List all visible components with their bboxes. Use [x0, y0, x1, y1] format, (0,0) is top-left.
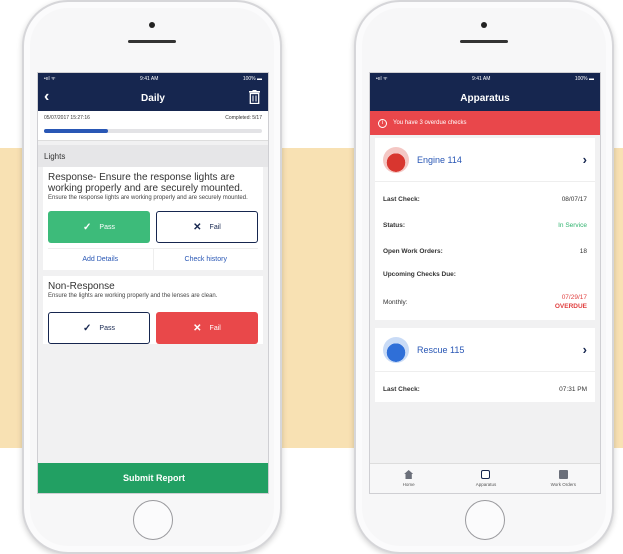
check-icon: ✓ — [83, 322, 92, 334]
monthly-due-date: 07/29/17 — [561, 294, 587, 301]
apparatus-card-rescue: Rescue 115 › Last Check: 07:31 PM — [375, 328, 595, 402]
item-description: Ensure the lights are working properly a… — [48, 293, 218, 299]
fail-button[interactable]: ✕ Fail — [156, 312, 258, 344]
fail-label: Fail — [209, 223, 221, 231]
section-header-lights: Lights — [38, 145, 268, 167]
chevron-right-icon: › — [582, 152, 587, 167]
progress-bar-fill — [44, 129, 109, 133]
chevron-right-icon: › — [582, 342, 587, 357]
signal-indicator: •ııl ᯤ — [44, 76, 56, 82]
front-camera — [481, 22, 487, 28]
apparatus-header[interactable]: Rescue 115 › — [375, 328, 595, 372]
monthly-row: Monthly: 07/29/17 OVERDUE — [383, 294, 587, 310]
check-history-link[interactable]: Check history — [152, 249, 259, 270]
status-badge: In Service — [558, 221, 587, 229]
status-time: 9:41 AM — [472, 76, 491, 82]
apparatus-screen: •ııl ᯤ 9:41 AM 100% ▬ Apparatus i You ha… — [369, 72, 601, 494]
completed-count: Completed: 5/17 — [225, 115, 262, 121]
fail-label: Fail — [209, 324, 221, 332]
x-icon: ✕ — [193, 221, 202, 233]
earpiece — [460, 40, 508, 43]
item-title: Non-Response — [48, 281, 115, 292]
phone-apparatus: •ııl ᯤ 9:41 AM 100% ▬ Apparatus i You ha… — [354, 0, 614, 554]
add-details-link[interactable]: Add Details — [48, 249, 153, 270]
nav-bar: ‹ Daily — [38, 85, 268, 111]
nav-title: Daily — [141, 92, 165, 104]
checklist-item-non-response: Non-Response Ensure the lights are worki… — [43, 276, 263, 344]
nav-bar: Apparatus — [370, 85, 600, 111]
submit-report-button[interactable]: Submit Report — [38, 463, 268, 493]
report-timestamp: 05/07/2017 15:27:16 — [44, 115, 90, 121]
apparatus-header[interactable]: Engine 114 › — [375, 138, 595, 182]
x-icon: ✕ — [193, 322, 202, 334]
earpiece — [128, 40, 176, 43]
item-title: Response- Ensure the response lights are… — [48, 172, 243, 194]
battery-indicator: 100% ▬ — [574, 76, 594, 82]
battery-indicator: 100% ▬ — [242, 76, 262, 82]
tab-work-orders[interactable]: Work Orders — [525, 464, 600, 493]
apparatus-name: Rescue 115 — [417, 344, 465, 355]
status-bar: •ııl ᯤ 9:41 AM 100% ▬ — [370, 73, 600, 85]
chevron-left-icon[interactable]: ‹ — [44, 88, 49, 106]
daily-screen: •ııl ᯤ 9:41 AM 100% ▬ ‹ Daily 05/07/2017… — [37, 72, 269, 494]
home-button[interactable] — [465, 500, 505, 540]
work-orders-row: Open Work Orders: 18 — [383, 247, 587, 255]
status-row: Status: In Service — [383, 221, 587, 229]
apparatus-card-engine: Engine 114 › Last Check: 08/07/17 Status… — [375, 138, 595, 320]
tab-home[interactable]: Home — [370, 464, 447, 493]
tab-apparatus[interactable]: Apparatus — [447, 464, 524, 493]
upcoming-checks-row: Upcoming Checks Due: — [383, 270, 456, 278]
rescue-truck-icon — [383, 336, 409, 363]
fire-engine-icon — [383, 146, 409, 173]
checklist-item-response: Response- Ensure the response lights are… — [43, 167, 263, 270]
status-time: 9:41 AM — [140, 76, 159, 82]
trash-icon[interactable] — [249, 90, 260, 104]
tab-bar: Home Apparatus Work Orders — [370, 463, 600, 493]
home-button[interactable] — [133, 500, 173, 540]
signal-indicator: •ııl ᯤ — [376, 76, 388, 82]
phone-daily: •ııl ᯤ 9:41 AM 100% ▬ ‹ Daily 05/07/2017… — [22, 0, 282, 554]
item-description: Ensure the response lights are working p… — [48, 195, 248, 201]
bus-icon — [481, 470, 491, 479]
clipboard-icon — [558, 470, 568, 479]
overdue-badge: OVERDUE — [554, 303, 587, 310]
nav-title: Apparatus — [460, 92, 510, 104]
pass-label: Pass — [99, 223, 115, 231]
fail-button[interactable]: ✕ Fail — [156, 211, 258, 243]
last-check-row: Last Check: 08/07/17 — [383, 195, 587, 203]
info-icon: i — [378, 118, 387, 128]
apparatus-name: Engine 114 — [417, 154, 462, 165]
status-bar: •ııl ᯤ 9:41 AM 100% ▬ — [38, 73, 268, 85]
pass-button[interactable]: ✓ Pass — [48, 312, 150, 344]
front-camera — [149, 22, 155, 28]
progress-panel: 05/07/2017 15:27:16 Completed: 5/17 — [38, 111, 268, 141]
alert-text: You have 3 overdue checks — [393, 120, 467, 126]
last-check-row: Last Check: 07:31 PM — [383, 385, 587, 393]
pass-button[interactable]: ✓ Pass — [48, 211, 150, 243]
overdue-alert-banner[interactable]: i You have 3 overdue checks — [370, 111, 600, 135]
progress-bar — [44, 129, 262, 133]
home-icon — [404, 470, 414, 479]
check-icon: ✓ — [83, 221, 92, 233]
pass-label: Pass — [99, 324, 115, 332]
